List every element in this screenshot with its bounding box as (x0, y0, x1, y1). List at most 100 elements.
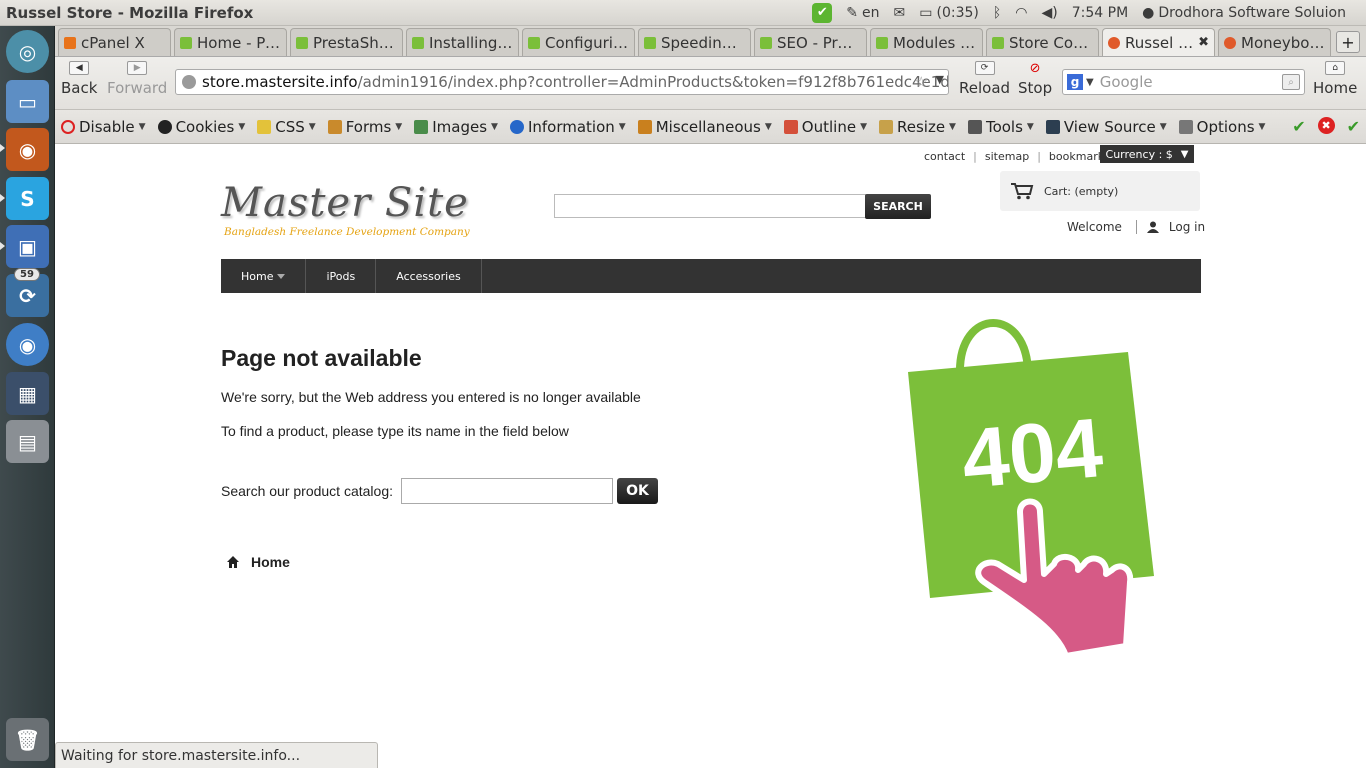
contact-link[interactable]: contact (924, 150, 965, 163)
home-link-label: Home (251, 554, 290, 570)
sync-status-icon[interactable]: ✔ (812, 2, 833, 23)
forms-menu[interactable]: Forms ▼ (327, 118, 402, 136)
tab[interactable]: Moneyboo... (1218, 28, 1331, 56)
chevron-down-icon: ▼ (1159, 121, 1167, 132)
reload-label: Reload (959, 79, 1011, 97)
web-search-box[interactable]: g ▼ Google ⌕ (1062, 69, 1305, 95)
tab[interactable]: Home - Pre... (174, 28, 287, 56)
store-logo[interactable]: Master Site Bangladesh Freelance Develop… (221, 180, 481, 246)
user-menu[interactable]: ● Drodhora Software Soluion (1142, 5, 1346, 21)
menu-label: Resize (896, 117, 946, 136)
dash-home-icon[interactable]: ◎ (6, 30, 49, 73)
disable-menu[interactable]: Disable ▼ (61, 118, 146, 136)
reload-button[interactable]: ⟳ Reload (959, 61, 1010, 97)
update-manager-icon[interactable]: ⟳ 59 (6, 268, 49, 317)
header-links: contact | sitemap | bookmark (924, 146, 1104, 166)
wifi-icon[interactable]: ◠ (1015, 5, 1027, 21)
menu-item-ipods[interactable]: iPods (306, 259, 377, 293)
running-indicator (0, 144, 5, 152)
files-icon[interactable]: ▭ (6, 80, 49, 123)
images-picture-icon (414, 119, 429, 134)
information-menu[interactable]: Information ▼ (509, 118, 626, 136)
mail-icon[interactable]: ✉ (894, 5, 906, 21)
home-button[interactable]: ⌂ Home (1313, 61, 1357, 97)
back-button[interactable]: ◀ Back (61, 61, 97, 97)
tab-label: Moneyboo... (1241, 33, 1325, 52)
volume-icon[interactable]: ◀) (1042, 5, 1058, 21)
trash-icon[interactable]: 🗑 (6, 718, 49, 761)
menu-label: Cookies (175, 117, 235, 136)
tab[interactable]: Modules - ... (870, 28, 983, 56)
site-search-button[interactable]: SEARCH (865, 194, 931, 219)
firefox-icon[interactable]: ◉ (6, 128, 49, 171)
images-menu[interactable]: Images ▼ (414, 118, 498, 136)
outline-menu[interactable]: Outline ▼ (783, 117, 867, 136)
chevron-down-icon: ▼ (491, 121, 498, 132)
tab[interactable]: Speeding u... (638, 28, 751, 56)
menu-label: Images (432, 117, 488, 136)
tab[interactable]: Configurin... (522, 28, 635, 56)
site-search-input[interactable] (554, 194, 866, 218)
html-error-icon[interactable]: ✖ (1317, 117, 1335, 134)
login-link[interactable]: Log in (1169, 220, 1205, 234)
site-identity-icon[interactable] (182, 75, 196, 89)
web-page: contact | sitemap | bookmark Currency : … (55, 144, 1366, 742)
status-bar: Waiting for store.mastersite.info... (55, 742, 378, 768)
chromium-icon[interactable]: ◉ (6, 323, 49, 366)
catalog-search-input[interactable] (401, 478, 613, 504)
resize-menu[interactable]: Resize ▼ (878, 117, 956, 136)
menu-label: Tools (985, 117, 1023, 136)
js-valid-check-icon[interactable]: ✔ (1347, 117, 1360, 136)
menu-item-home[interactable]: Home (221, 259, 307, 293)
google-engine-icon[interactable]: g (1067, 74, 1083, 90)
forward-button[interactable]: ▶ Forward (107, 61, 167, 97)
tab-favicon-icon (64, 36, 76, 49)
view-source-menu[interactable]: View Source ▼ (1045, 118, 1167, 136)
bookmark-star-icon[interactable]: ☆ (915, 73, 928, 91)
tab[interactable]: PrestaSho... (290, 28, 403, 56)
disk-icon[interactable]: ▤ (6, 420, 49, 463)
keyboard-layout-label: en (862, 4, 880, 21)
options-menu[interactable]: Options ▼ (1178, 118, 1266, 136)
css-valid-check-icon[interactable]: ✔ (1292, 117, 1305, 136)
chevron-down-icon: ▼ (1258, 121, 1266, 132)
tools-menu[interactable]: Tools ▼ (967, 117, 1034, 136)
tab-active[interactable]: Russel S... ✖ (1102, 28, 1215, 56)
bluetooth-icon[interactable]: ᛒ (993, 5, 1001, 21)
search-go-icon[interactable]: ⌕ (1282, 74, 1300, 90)
outline-pencil-icon (783, 119, 798, 134)
url-bar[interactable]: store.mastersite.info/admin1916/index.ph… (175, 69, 949, 95)
close-tab-icon[interactable]: ✖ (1198, 35, 1209, 50)
search-hint: To find a product, please type its name … (221, 423, 569, 439)
skype-icon[interactable]: S (6, 177, 49, 220)
catalog-search-ok-button[interactable]: OK (617, 478, 658, 504)
bookmark-link[interactable]: bookmark (1049, 150, 1104, 163)
menu-label: Home (241, 269, 274, 283)
url-history-dropdown-icon[interactable]: ▼ (936, 73, 944, 86)
stop-icon: ⊘ (1029, 60, 1041, 76)
menu-item-accessories[interactable]: Accessories (376, 259, 482, 293)
miscellaneous-menu[interactable]: Miscellaneous ▼ (637, 118, 772, 136)
tab[interactable]: cPanel X (58, 28, 171, 56)
menu-label: iPods (326, 269, 356, 283)
engine-dropdown-icon[interactable]: ▼ (1086, 77, 1094, 88)
currency-selector[interactable]: Currency : $ ▼ (1100, 145, 1194, 163)
sitemap-link[interactable]: sitemap (985, 150, 1029, 163)
tab[interactable]: SEO - Pres... (754, 28, 867, 56)
url-domain: store.mastersite.info (202, 73, 358, 91)
keyboard-indicator[interactable]: ✎ en (846, 5, 879, 21)
stop-button[interactable]: ⊘ Stop (1018, 60, 1052, 98)
clock[interactable]: 7:54 PM (1072, 5, 1128, 21)
new-tab-button[interactable]: + (1336, 31, 1360, 53)
tab[interactable]: Store Cont... (986, 28, 1099, 56)
cart-block[interactable]: Cart: (empty) (1000, 171, 1200, 211)
forward-arrow-icon: ▶ (127, 61, 148, 75)
cookies-menu[interactable]: Cookies ▼ (157, 117, 245, 136)
menu-label: Outline (801, 117, 857, 136)
css-menu[interactable]: CSS ▼ (257, 118, 316, 136)
battery-indicator[interactable]: ▭ (0:35) (919, 5, 979, 21)
virtualbox-icon[interactable]: ▣ (6, 225, 49, 268)
workspace-switcher-icon[interactable]: ▦ (6, 372, 49, 415)
back-home-link[interactable]: Home (227, 554, 290, 570)
tab[interactable]: Installing ... (406, 28, 519, 56)
